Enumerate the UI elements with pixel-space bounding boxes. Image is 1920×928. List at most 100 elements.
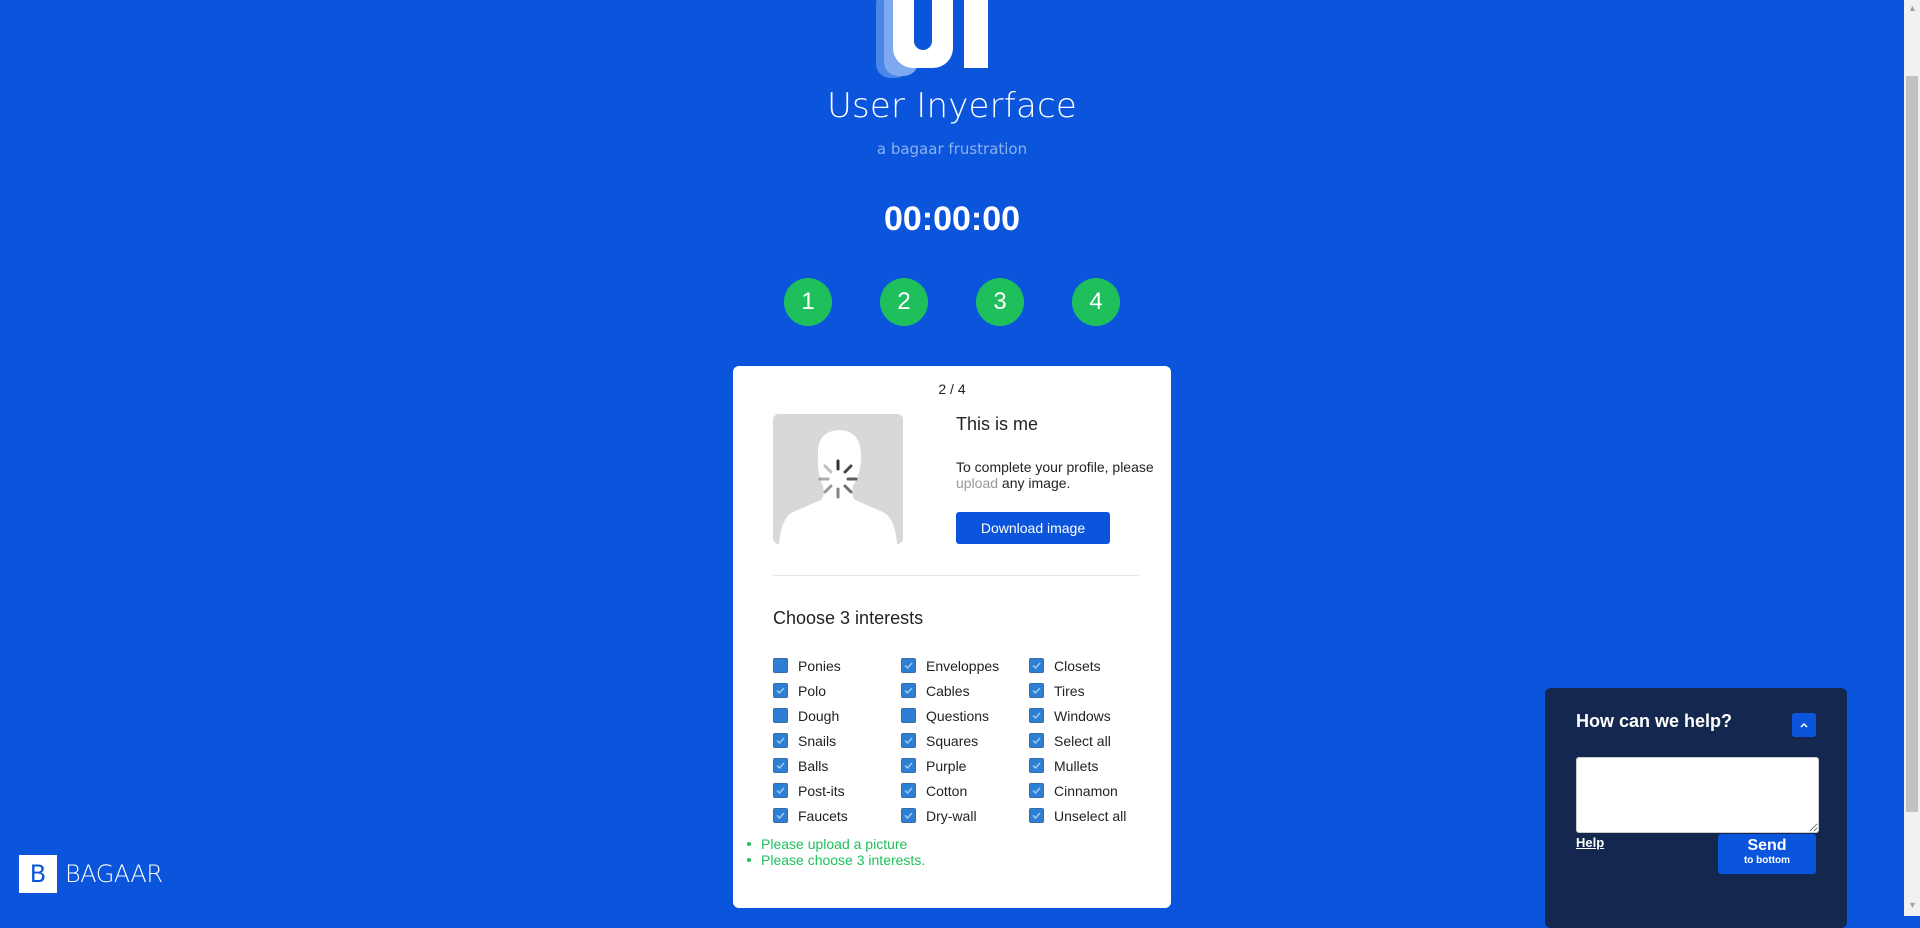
interest-label: Unselect all xyxy=(1054,807,1127,824)
interest-label: Tires xyxy=(1054,682,1085,699)
interest-checkbox[interactable] xyxy=(773,783,788,798)
bullet-icon xyxy=(747,858,751,862)
instruction-text-end: any image. xyxy=(998,475,1071,491)
interest-item[interactable]: Closets xyxy=(1029,653,1153,678)
interest-item[interactable]: Dough xyxy=(773,703,901,728)
interest-item[interactable]: Snails xyxy=(773,728,901,753)
interest-checkbox[interactable] xyxy=(901,758,916,773)
interest-label: Purple xyxy=(926,757,967,774)
send-label: Send xyxy=(1747,837,1787,854)
bagaar-logo[interactable]: B BAGAAR xyxy=(19,855,163,893)
interest-label: Enveloppes xyxy=(926,657,1000,674)
interest-checkbox[interactable] xyxy=(1029,808,1044,823)
interest-item[interactable]: Enveloppes xyxy=(901,653,1029,678)
interest-checkbox[interactable] xyxy=(901,783,916,798)
interest-item[interactable]: Questions xyxy=(901,703,1029,728)
error-text: Please choose 3 interests. xyxy=(761,852,926,868)
error-list: Please upload a picture Please choose 3 … xyxy=(747,836,925,868)
chevron-up-icon[interactable] xyxy=(1792,713,1816,737)
interest-item[interactable]: Windows xyxy=(1029,703,1153,728)
interest-label: Dough xyxy=(798,707,840,724)
interest-item[interactable]: Polo xyxy=(773,678,901,703)
step-2: 2 xyxy=(880,278,928,326)
interest-label: Closets xyxy=(1054,657,1101,674)
divider xyxy=(773,575,1139,576)
interests-list: Ponies Polo Dough Snails Balls Post-its Faucet… xyxy=(773,653,1153,828)
interest-checkbox[interactable] xyxy=(1029,658,1044,673)
interest-checkbox[interactable] xyxy=(773,758,788,773)
timer: 00:00:00 xyxy=(883,200,1021,238)
page-subtitle: a bagaar frustration xyxy=(876,140,1028,158)
interest-label: Dry-wall xyxy=(926,807,977,824)
interest-label: Polo xyxy=(798,682,827,699)
interest-label: Ponies xyxy=(798,657,841,674)
interest-checkbox[interactable] xyxy=(1029,758,1044,773)
scroll-up-icon[interactable]: ▲ xyxy=(1908,3,1917,13)
interest-item[interactable]: Ponies xyxy=(773,653,901,678)
step-indicator: 1 2 3 4 xyxy=(784,278,1120,326)
interest-checkbox[interactable] xyxy=(773,808,788,823)
interest-checkbox[interactable] xyxy=(901,683,916,698)
interest-checkbox[interactable] xyxy=(773,733,788,748)
page-indicator: 2 / 4 xyxy=(938,381,966,397)
interest-item[interactable]: Cotton xyxy=(901,778,1029,803)
interest-checkbox[interactable] xyxy=(773,683,788,698)
interest-checkbox[interactable] xyxy=(1029,708,1044,723)
interest-item[interactable]: Faucets xyxy=(773,803,901,828)
interest-label: Questions xyxy=(926,707,990,724)
step-4: 4 xyxy=(1072,278,1120,326)
help-message-input[interactable] xyxy=(1576,757,1819,833)
interest-item[interactable]: Squares xyxy=(901,728,1029,753)
interest-item[interactable]: Post-its xyxy=(773,778,901,803)
interest-label: Select all xyxy=(1054,732,1111,749)
interest-checkbox[interactable] xyxy=(901,733,916,748)
form-card: 2 / 4 This is me To complete your profil… xyxy=(733,366,1171,908)
bagaar-logo-mark: B xyxy=(19,855,57,893)
page-title: User Inyerface xyxy=(826,86,1078,126)
download-image-button[interactable]: Download image xyxy=(956,512,1110,544)
interest-item[interactable]: Balls xyxy=(773,753,901,778)
interest-checkbox[interactable] xyxy=(901,658,916,673)
interest-item[interactable]: Tires xyxy=(1029,678,1153,703)
page-scrollbar[interactable]: ▲ ▼ xyxy=(1904,0,1920,916)
bagaar-logo-word: BAGAAR xyxy=(65,860,163,888)
interest-checkbox[interactable] xyxy=(1029,783,1044,798)
ui-logo xyxy=(876,0,988,78)
upload-link[interactable]: upload xyxy=(956,475,998,491)
profile-instructions: To complete your profile, please upload … xyxy=(956,459,1156,491)
avatar[interactable] xyxy=(773,414,903,544)
interest-checkbox[interactable] xyxy=(773,708,788,723)
interest-item[interactable]: Unselect all xyxy=(1029,803,1153,828)
interest-item[interactable]: Purple xyxy=(901,753,1029,778)
interest-checkbox[interactable] xyxy=(1029,683,1044,698)
send-sublabel: to bottom xyxy=(1743,855,1791,866)
interest-item[interactable]: Select all xyxy=(1029,728,1153,753)
help-link[interactable]: Help xyxy=(1576,835,1604,850)
avatar-silhouette-icon xyxy=(773,414,903,544)
interest-label: Balls xyxy=(798,757,829,774)
step-1: 1 xyxy=(784,278,832,326)
interest-checkbox[interactable] xyxy=(1029,733,1044,748)
help-panel: How can we help? Help Send to bottom xyxy=(1545,688,1847,928)
bullet-icon xyxy=(747,842,751,846)
error-item: Please upload a picture xyxy=(747,836,925,852)
interest-label: Cables xyxy=(926,682,970,699)
interest-item[interactable]: Dry-wall xyxy=(901,803,1029,828)
scroll-down-icon[interactable]: ▼ xyxy=(1908,900,1917,910)
interest-checkbox[interactable] xyxy=(773,658,788,673)
interest-checkbox[interactable] xyxy=(901,708,916,723)
interest-label: Snails xyxy=(798,732,837,749)
interest-label: Mullets xyxy=(1054,757,1099,774)
interest-label: Windows xyxy=(1054,707,1111,724)
send-button[interactable]: Send to bottom xyxy=(1718,834,1816,874)
interest-label: Cinnamon xyxy=(1054,782,1118,799)
interest-checkbox[interactable] xyxy=(901,808,916,823)
help-title: How can we help? xyxy=(1576,711,1733,731)
interest-item[interactable]: Cables xyxy=(901,678,1029,703)
interest-item[interactable]: Mullets xyxy=(1029,753,1153,778)
instruction-text: To complete your profile, please xyxy=(956,459,1154,475)
scrollbar-thumb[interactable] xyxy=(1906,76,1918,812)
interest-item[interactable]: Cinnamon xyxy=(1029,778,1153,803)
error-text: Please upload a picture xyxy=(761,836,908,852)
step-3: 3 xyxy=(976,278,1024,326)
